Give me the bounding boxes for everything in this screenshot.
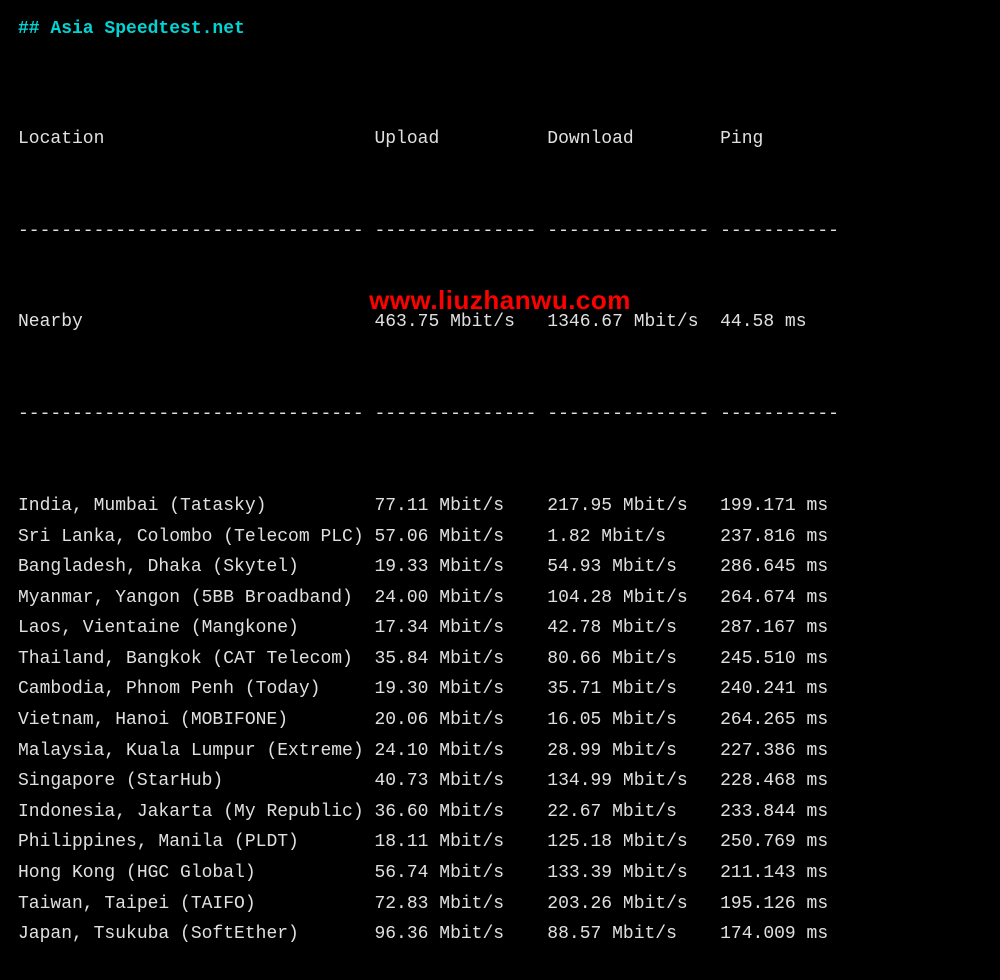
table-header-row: Location Upload Download Ping xyxy=(18,124,982,155)
separator-2: -------------------------------- -------… xyxy=(18,399,982,430)
table-row: Malaysia, Kuala Lumpur (Extreme) 24.10 M… xyxy=(18,736,982,767)
table-row: Laos, Vientaine (Mangkone) 17.34 Mbit/s … xyxy=(18,613,982,644)
separator-1: -------------------------------- -------… xyxy=(18,216,982,247)
speedtest-table: Location Upload Download Ping ----------… xyxy=(18,63,982,980)
table-row: Vietnam, Hanoi (MOBIFONE) 20.06 Mbit/s 1… xyxy=(18,705,982,736)
table-row: Bangladesh, Dhaka (Skytel) 19.33 Mbit/s … xyxy=(18,552,982,583)
table-row: Sri Lanka, Colombo (Telecom PLC) 57.06 M… xyxy=(18,522,982,553)
section-title: ## Asia Speedtest.net xyxy=(18,14,982,45)
table-row: Indonesia, Jakarta (My Republic) 36.60 M… xyxy=(18,797,982,828)
table-row: Taiwan, Taipei (TAIFO) 72.83 Mbit/s 203.… xyxy=(18,889,982,920)
table-row: India, Mumbai (Tatasky) 77.11 Mbit/s 217… xyxy=(18,491,982,522)
nearby-row: Nearby 463.75 Mbit/s 1346.67 Mbit/s 44.5… xyxy=(18,307,982,338)
table-row: Hong Kong (HGC Global) 56.74 Mbit/s 133.… xyxy=(18,858,982,889)
table-row: Thailand, Bangkok (CAT Telecom) 35.84 Mb… xyxy=(18,644,982,675)
table-row: Cambodia, Phnom Penh (Today) 19.30 Mbit/… xyxy=(18,674,982,705)
table-row: Philippines, Manila (PLDT) 18.11 Mbit/s … xyxy=(18,827,982,858)
table-row: Myanmar, Yangon (5BB Broadband) 24.00 Mb… xyxy=(18,583,982,614)
table-row: Japan, Tsukuba (SoftEther) 96.36 Mbit/s … xyxy=(18,919,982,950)
table-row: Singapore (StarHub) 40.73 Mbit/s 134.99 … xyxy=(18,766,982,797)
